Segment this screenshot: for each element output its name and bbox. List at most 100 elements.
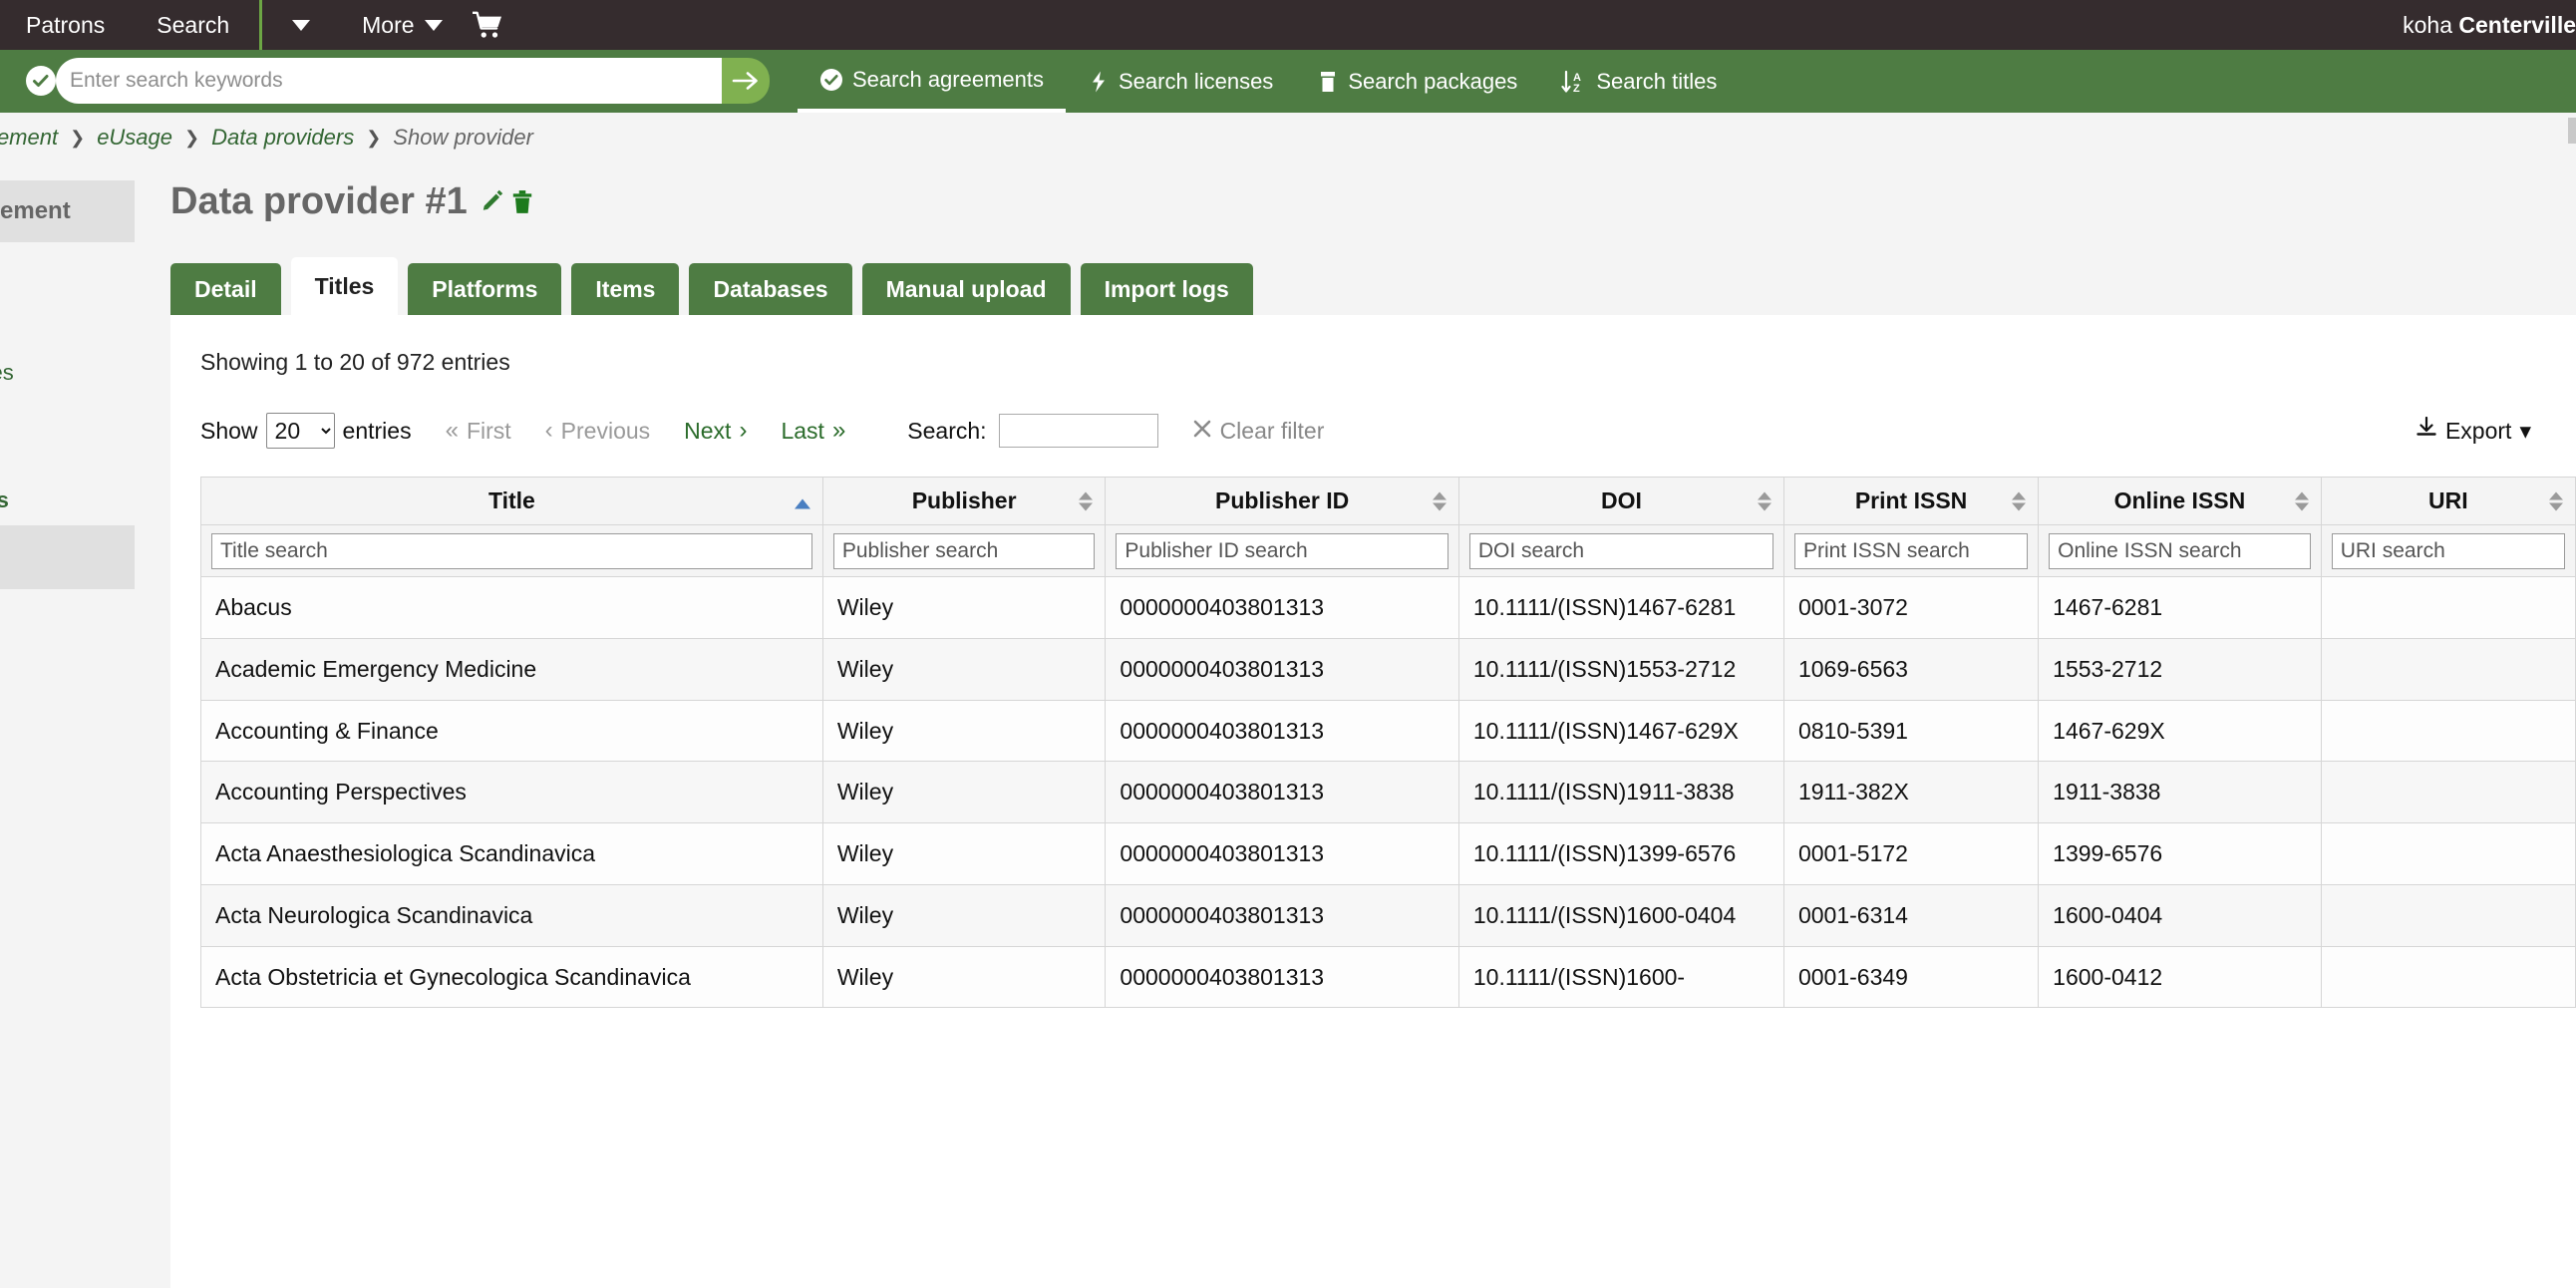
nav-username: koha: [2403, 11, 2452, 38]
search-tab-packages[interactable]: Search packages: [1295, 50, 1539, 113]
sort-both-icon: [2294, 491, 2309, 510]
pagination-next[interactable]: Next ›: [684, 417, 747, 445]
nav-user-library[interactable]: koha Centerville: [2403, 12, 2576, 39]
titles-table: Title Publisher Publisher ID DOI Print I…: [200, 477, 2576, 1009]
table-body: Abacus Wiley 0000000403801313 10.1111/(ISSN…: [200, 576, 2576, 1009]
cell-title: Accounting Perspectives: [200, 761, 823, 823]
filter-input-title[interactable]: [211, 532, 812, 569]
page-title-text: Data provider #1: [170, 180, 468, 222]
nav-more-toggle[interactable]: [424, 0, 451, 50]
pagination-last[interactable]: Last »: [781, 417, 845, 445]
nav-item-patrons[interactable]: Patrons: [0, 0, 131, 50]
search-tab-titles[interactable]: A Z Search titles: [1539, 50, 1739, 113]
table-row[interactable]: Acta Anaesthesiologica Scandinavica Wiley…: [200, 822, 2576, 885]
table-row[interactable]: Acta Neurologica Scandinavica Wiley 000000…: [200, 883, 2576, 947]
shopping-cart-icon[interactable]: [451, 0, 524, 50]
tab-items[interactable]: Items: [571, 263, 680, 315]
chevron-right-icon: ›: [739, 417, 748, 444]
table-row[interactable]: Academic Emergency Medicine Wiley 00000004…: [200, 637, 2576, 701]
tab-titles[interactable]: Titles: [290, 257, 399, 315]
table-row[interactable]: Accounting & Finance Wiley 000000040380131…: [200, 699, 2576, 763]
sidebar-item-data-providers[interactable]: viders: [0, 487, 135, 513]
clear-filter-button[interactable]: Clear filter: [1192, 418, 1324, 445]
cell-uri: [2320, 761, 2576, 823]
column-header-title[interactable]: Title: [200, 477, 823, 525]
search-submit-button[interactable]: [722, 58, 770, 104]
sidebar-item-packages[interactable]: ckages: [0, 360, 135, 386]
tab-manual-upload[interactable]: Manual upload: [861, 263, 1071, 315]
column-header-publisher-id[interactable]: Publisher ID: [1105, 477, 1459, 525]
breadcrumb-edge-marker: [2568, 118, 2576, 144]
cell-print_issn: 0001-3072: [1782, 576, 2040, 639]
page-title: Data provider #1: [170, 180, 533, 223]
search-tab-label: Search packages: [1348, 68, 1518, 94]
breadcrumb: anagement ❯ eUsage ❯ Data providers ❯ Sh…: [0, 113, 2576, 162]
export-button[interactable]: Export ▾: [2415, 416, 2553, 445]
breadcrumb-separator-icon: ❯: [70, 127, 86, 148]
column-header-online-issn[interactable]: Online ISSN: [2038, 477, 2322, 525]
search-tab-agreements[interactable]: Search agreements: [798, 50, 1066, 113]
nav-item-more[interactable]: More: [336, 0, 424, 50]
sort-both-icon: [2549, 491, 2563, 510]
column-header-doi[interactable]: DOI: [1457, 477, 1784, 525]
cell-publisher_id: 0000000403801313: [1105, 883, 1459, 947]
cell-publisher: Wiley: [821, 699, 1107, 763]
table-controls: Show 2050100All entries « First ‹ Previo…: [200, 407, 2553, 455]
pagination-first[interactable]: « First: [446, 417, 511, 445]
table-row[interactable]: Abacus Wiley 0000000403801313 10.1111/(ISSN…: [200, 576, 2576, 639]
page-length-select[interactable]: 2050100All: [265, 413, 335, 449]
column-header-publisher[interactable]: Publisher: [821, 477, 1107, 525]
show-entries-label: Show: [200, 417, 258, 444]
cell-publisher: Wiley: [821, 945, 1107, 1009]
search-input[interactable]: [56, 58, 722, 104]
table-row[interactable]: Acta Obstetricia et Gynecologica Scandin…: [200, 945, 2576, 1009]
filter-input-publisher[interactable]: [832, 532, 1096, 569]
chevron-left-icon: ‹: [544, 417, 553, 444]
column-header-print-issn[interactable]: Print ISSN: [1782, 477, 2040, 525]
nav-dropdown-toggle[interactable]: [266, 0, 336, 50]
column-header-uri[interactable]: URI: [2320, 477, 2576, 525]
cell-online_issn: 1600-0412: [2038, 945, 2322, 1009]
package-icon: [1317, 70, 1339, 94]
pencil-icon[interactable]: [480, 189, 505, 215]
table-search-group: Search:: [907, 414, 1158, 448]
tab-detail[interactable]: Detail: [170, 263, 281, 315]
pagination-last-label: Last: [781, 417, 824, 444]
tab-databases[interactable]: Databases: [689, 263, 852, 315]
top-navigation-bar: Patrons Search More koha Centerville: [0, 0, 2576, 50]
filter-input-online-issn[interactable]: [2049, 532, 2311, 569]
breadcrumb-item-management[interactable]: anagement: [0, 125, 58, 151]
breadcrumb-item-data-providers[interactable]: Data providers: [211, 125, 354, 151]
cell-doi: 10.1111/(ISSN)1911-3838: [1457, 761, 1784, 823]
pagination-previous-label: Previous: [560, 417, 651, 444]
nav-item-search[interactable]: Search: [131, 0, 255, 50]
column-header-label: DOI: [1600, 487, 1642, 513]
breadcrumb-separator-icon: ❯: [184, 127, 200, 148]
filter-input-print-issn[interactable]: [1793, 532, 2029, 569]
filter-input-publisher-id[interactable]: [1116, 532, 1449, 569]
column-header-label: Publisher ID: [1215, 487, 1350, 513]
pagination-previous[interactable]: ‹ Previous: [545, 417, 650, 445]
sidebar-active-highlight: [0, 525, 135, 589]
cell-doi: 10.1111/(ISSN)1467-6281: [1457, 576, 1784, 639]
sidebar-item-titles[interactable]: es: [0, 402, 135, 428]
search-tab-licenses[interactable]: Search licenses: [1066, 50, 1295, 113]
cell-publisher_id: 0000000403801313: [1105, 822, 1459, 885]
cell-print_issn: 0001-5172: [1782, 822, 2040, 885]
table-search-input[interactable]: [998, 414, 1158, 448]
sort-both-icon: [2012, 491, 2027, 510]
tab-platforms[interactable]: Platforms: [408, 263, 562, 315]
filter-input-uri[interactable]: [2331, 532, 2565, 569]
close-x-icon: [1192, 418, 1212, 445]
cell-title: Acta Anaesthesiologica Scandinavica: [200, 822, 823, 885]
trash-icon[interactable]: [511, 189, 533, 215]
cell-title: Acta Obstetricia et Gynecologica Scandin…: [200, 945, 823, 1009]
filter-cell-uri: [2320, 524, 2576, 577]
search-input-container: [56, 58, 722, 104]
tab-import-logs[interactable]: Import logs: [1080, 263, 1253, 315]
breadcrumb-item-eusage[interactable]: eUsage: [97, 125, 172, 151]
filter-input-doi[interactable]: [1468, 532, 1773, 569]
check-circle-icon: [26, 66, 56, 96]
download-icon: [2415, 416, 2437, 445]
table-row[interactable]: Accounting Perspectives Wiley 000000040380…: [200, 761, 2576, 823]
